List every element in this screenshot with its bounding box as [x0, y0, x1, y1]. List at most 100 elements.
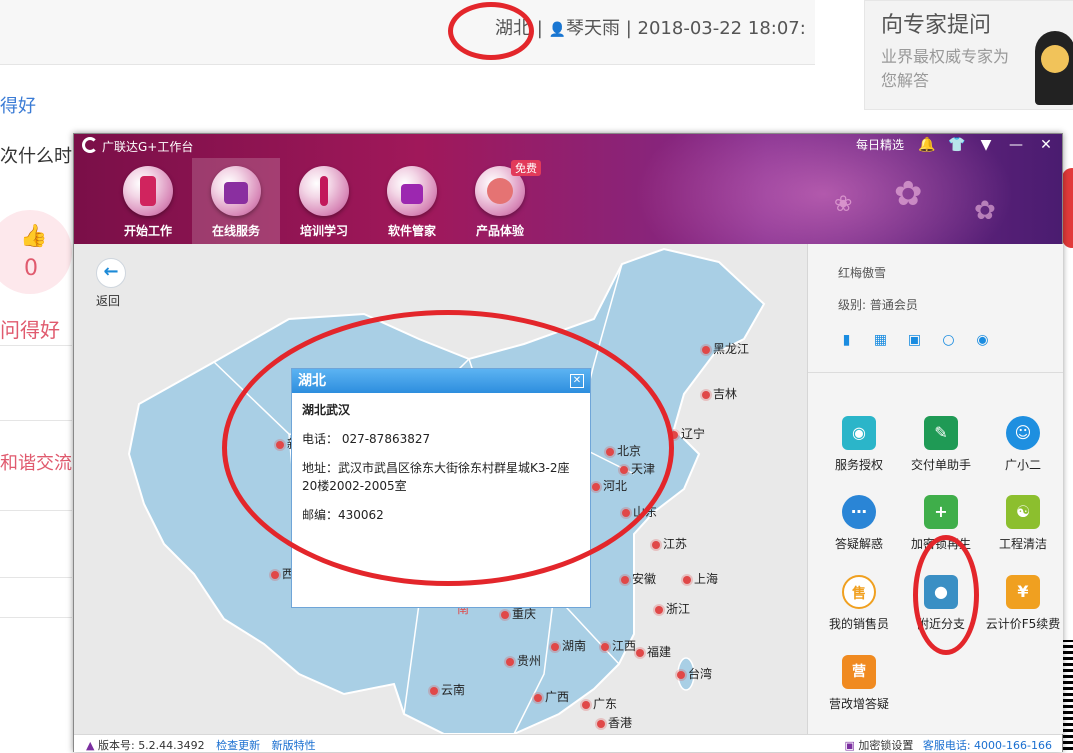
app-logo-icon	[82, 137, 98, 153]
check-update-link[interactable]: 检查更新	[216, 739, 260, 752]
divider	[0, 345, 72, 346]
post-author[interactable]: 琴天雨	[566, 18, 620, 39]
city-marker[interactable]: 江西	[601, 637, 636, 654]
lock-icon: ◉	[842, 416, 876, 450]
tool-f5-renew[interactable]: ¥ 云计价F5续费	[982, 575, 1064, 632]
renew-icon: ¥	[1006, 575, 1040, 609]
tab-label: 产品体验	[475, 224, 524, 238]
city-marker[interactable]: 香港	[597, 714, 632, 731]
post-location[interactable]: 湖北	[495, 18, 531, 39]
tab-software-manager[interactable]: 软件管家	[368, 158, 456, 244]
branch-name: 湖北武汉	[302, 403, 351, 417]
tab-online-service[interactable]: 在线服务	[192, 158, 280, 244]
tool-label: 附近分支	[916, 617, 965, 631]
monitor-icon[interactable]: ▣	[906, 332, 923, 348]
user-level: 级别: 普通会员	[838, 298, 918, 312]
city-marker[interactable]: 台湾	[677, 665, 712, 682]
post-meta: 湖北 | 👤琴天雨 | 2018-03-22 18:07:	[495, 14, 806, 40]
tool-nearby-branch[interactable]: ● 附近分支	[900, 575, 982, 632]
city-marker[interactable]: 黑龙江	[702, 340, 749, 357]
document-icon: ✎	[924, 416, 958, 450]
chat-bubble-icon[interactable]: ◉	[974, 332, 991, 348]
popup-close-icon[interactable]: ✕	[570, 374, 584, 388]
tool-label: 服务授权	[834, 458, 883, 472]
city-marker[interactable]: 上海	[683, 570, 718, 587]
ask-expert-ad[interactable]: 向专家提问 业界最权威专家为您解答	[864, 0, 1073, 110]
tool-service-auth[interactable]: ◉ 服务授权	[818, 416, 900, 473]
main-nav: 开始工作 在线服务 培训学习 软件管家 免费 产品体验	[104, 158, 544, 244]
tool-label: 答疑解惑	[834, 537, 883, 551]
user-icon: 👤	[548, 22, 566, 38]
city-marker[interactable]: 浙江	[655, 600, 690, 617]
post-text: 次什么时	[0, 146, 72, 167]
city-marker[interactable]: 广东	[582, 695, 617, 712]
city-marker[interactable]: 吉林	[702, 385, 737, 402]
branch-address: 地址：武汉市武昌区徐东大街徐东村群星城K3-2座20楼2002-2005室	[302, 461, 570, 493]
minimize-icon[interactable]: —	[1008, 137, 1024, 153]
tab-start-work[interactable]: 开始工作	[104, 158, 192, 244]
city-marker[interactable]: 福建	[636, 643, 671, 660]
back-label[interactable]: 返回	[96, 292, 120, 309]
city-marker[interactable]: 湖南	[551, 637, 586, 654]
good-question-text[interactable]: 问得好	[0, 314, 60, 343]
status-bar: ▲ 版本号: 5.2.44.3492 检查更新 新版特性 ▣ 加密锁设置 客服电…	[74, 734, 1062, 752]
city-marker[interactable]: 安徽	[621, 570, 656, 587]
flower-decoration-icon: ✿	[974, 196, 996, 226]
book-icon[interactable]: ▮	[838, 332, 855, 348]
tab-label: 在线服务	[211, 224, 260, 238]
skin-icon[interactable]: 👕	[948, 137, 965, 153]
tax-icon: 营	[842, 655, 876, 689]
branch-postcode: 邮编：430062	[302, 508, 384, 522]
tab-label: 软件管家	[387, 224, 436, 238]
city-marker[interactable]: 江苏	[652, 535, 687, 552]
city-marker[interactable]: 云南	[430, 681, 465, 698]
city-marker[interactable]: 广西	[534, 688, 569, 705]
calculator-icon[interactable]: ▦	[872, 332, 889, 348]
tool-label: 加密锁再生	[910, 537, 971, 551]
vip-icon[interactable]: ○	[940, 332, 957, 348]
close-icon[interactable]: ✕	[1038, 137, 1054, 153]
tab-training[interactable]: 培训学习	[280, 158, 368, 244]
hotline-text: 客服电话: 4000-166-166	[922, 739, 1052, 752]
tool-project-clean[interactable]: ☯ 工程清洁	[982, 495, 1064, 552]
daily-picks-link[interactable]: 每日精选	[856, 136, 904, 153]
tool-label: 交付单助手	[910, 458, 971, 472]
divider	[0, 577, 72, 578]
tool-guang-xiao-er[interactable]: ☺ 广小二	[982, 416, 1064, 473]
post-datetime: 2018-03-22 18:07:	[637, 18, 806, 39]
divider	[0, 510, 72, 511]
menu-dropdown-icon[interactable]: ▼	[978, 137, 994, 153]
mascot-icon: ☺	[1006, 416, 1040, 450]
city-marker[interactable]: 辽宁	[670, 425, 705, 442]
city-marker[interactable]: 天津	[620, 460, 655, 477]
brushes-icon	[387, 166, 437, 216]
sales-icon: 售	[842, 575, 876, 609]
lock-settings-link[interactable]: 加密锁设置	[858, 739, 913, 752]
new-features-link[interactable]: 新版特性	[272, 739, 316, 752]
post-link[interactable]: 得好	[0, 92, 36, 118]
like-button[interactable]: 👍 0	[0, 210, 72, 294]
tool-delivery-assistant[interactable]: ✎ 交付单助手	[900, 416, 982, 473]
tool-qa[interactable]: ⋯ 答疑解惑	[818, 495, 900, 552]
title-bar[interactable]: 广联达G+工作台 每日精选 🔔 👕 ▼ — ✕	[74, 134, 1062, 158]
side-decoration	[1062, 168, 1073, 248]
tool-label: 云计价F5续费	[985, 617, 1061, 631]
city-marker[interactable]: 山东	[622, 503, 657, 520]
user-name: 红梅傲雪	[838, 266, 887, 280]
branch-phone: 电话： 027-87863827	[302, 432, 431, 446]
city-marker[interactable]: 贵州	[506, 652, 541, 669]
tab-product-experience[interactable]: 免费 产品体验	[456, 158, 544, 244]
tool-lock-regen[interactable]: + 加密锁再生	[900, 495, 982, 552]
tab-label: 培训学习	[299, 224, 348, 238]
tab-label: 开始工作	[123, 224, 172, 238]
city-marker[interactable]: 北京	[606, 442, 641, 459]
lipstick-icon	[123, 166, 173, 216]
back-arrow-icon[interactable]: ←	[96, 258, 126, 288]
flower-decoration-icon: ❀	[834, 192, 853, 217]
ad-title: 向专家提问	[881, 13, 992, 38]
tool-vat-qa[interactable]: 营 营改增答疑	[818, 655, 900, 712]
version-icon: ▲	[86, 739, 95, 752]
tool-my-sales[interactable]: 售 我的销售员	[818, 575, 900, 632]
bell-icon[interactable]: 🔔	[918, 137, 935, 153]
city-marker[interactable]: 河北	[592, 477, 627, 494]
